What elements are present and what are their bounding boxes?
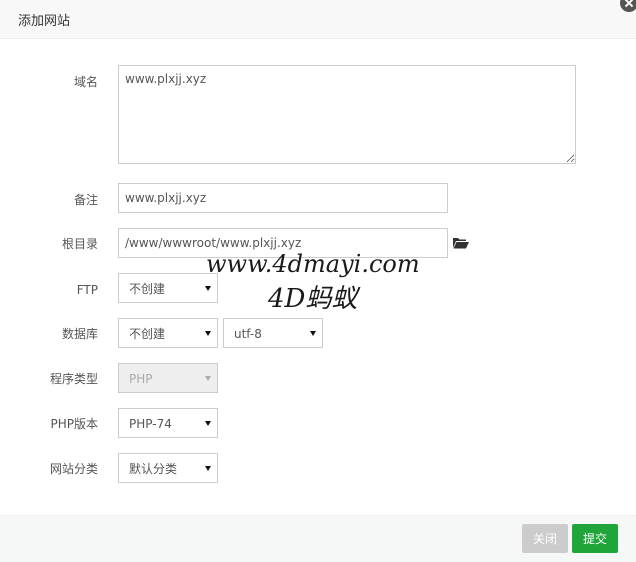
charset-select-value: utf-8 — [234, 327, 262, 341]
caret-down-icon — [205, 286, 211, 291]
database-select-value: 不创建 — [129, 327, 166, 341]
submit-button[interactable]: 提交 — [572, 524, 618, 553]
php-version-select-value: PHP-74 — [129, 417, 172, 431]
dialog-title: 添加网站 — [18, 14, 71, 29]
dialog-footer: 关闭 提交 — [0, 515, 636, 562]
ftp-select-value: 不创建 — [129, 282, 166, 296]
database-select[interactable]: 不创建 — [118, 318, 218, 348]
dialog-titlebar: 添加网站 — [0, 0, 636, 39]
program-type-select: PHP — [118, 363, 218, 393]
add-site-dialog: 添加网站 域名 www.plxjj.xyz 备注 根目录 www.4dmayi.… — [0, 0, 636, 562]
ftp-select[interactable]: 不创建 — [118, 273, 218, 303]
remark-label: 备注 — [73, 193, 98, 207]
caret-down-icon — [205, 421, 211, 426]
ftp-label: FTP — [76, 283, 98, 297]
php-version-label: PHP版本 — [50, 417, 99, 431]
caret-down-icon — [205, 466, 211, 471]
watermark-url: www.4dmayi.com — [206, 250, 420, 278]
charset-select[interactable]: utf-8 — [223, 318, 323, 348]
root-dir-label: 根目录 — [61, 237, 98, 251]
domain-label: 域名 — [73, 75, 98, 89]
site-category-label: 网站分类 — [49, 462, 98, 476]
database-label: 数据库 — [61, 327, 98, 341]
caret-down-icon — [310, 331, 316, 336]
close-button[interactable]: 关闭 — [522, 524, 568, 553]
folder-open-icon[interactable] — [453, 237, 469, 249]
caret-down-icon — [205, 331, 211, 336]
domain-textarea[interactable]: www.plxjj.xyz — [118, 65, 576, 164]
program-type-label: 程序类型 — [49, 372, 98, 386]
watermark-name: 4D蚂蚁 — [268, 284, 358, 314]
site-category-select-value: 默认分类 — [129, 462, 178, 476]
remark-input[interactable] — [118, 183, 448, 213]
php-version-select[interactable]: PHP-74 — [118, 408, 218, 438]
site-category-select[interactable]: 默认分类 — [118, 453, 218, 483]
caret-down-icon — [205, 376, 211, 381]
program-type-select-value: PHP — [129, 372, 153, 386]
